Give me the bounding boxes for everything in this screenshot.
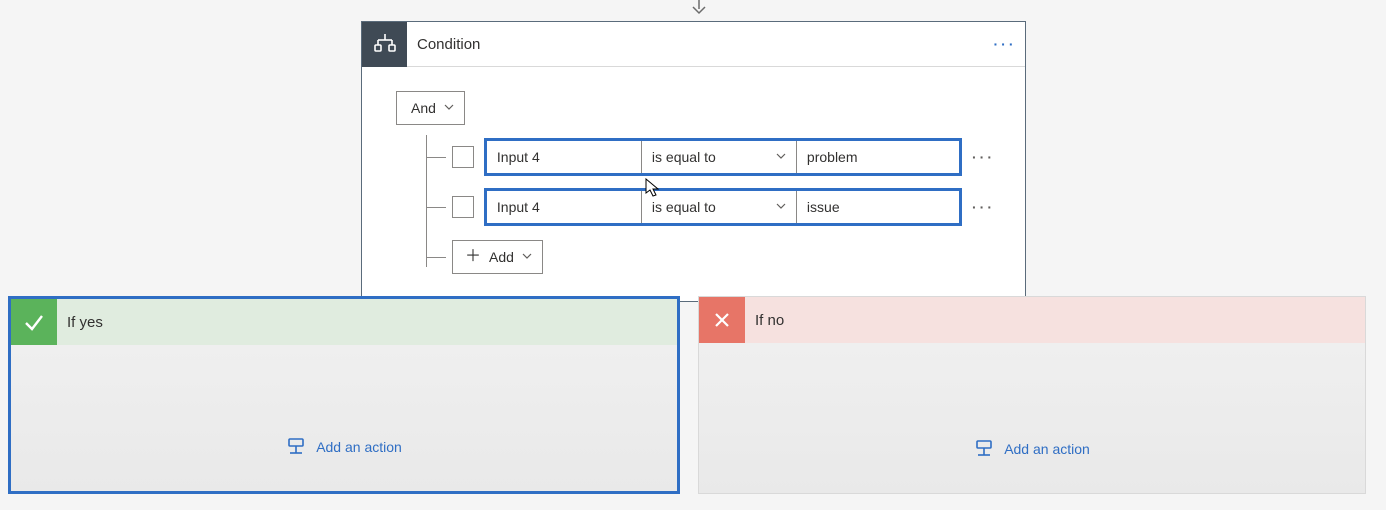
condition-row: Input 4 is equal to problem ··· — [396, 135, 995, 179]
condition-menu-button[interactable]: ··· — [985, 36, 1025, 52]
if-yes-header: If yes — [11, 299, 677, 345]
logical-operator-label: And — [411, 100, 436, 116]
condition-title: Condition — [407, 36, 985, 53]
if-no-add-action-label: Add an action — [1004, 441, 1090, 457]
chevron-down-icon — [522, 250, 532, 264]
if-yes-branch: If yes Add an action — [8, 296, 680, 494]
flow-arrow-down-icon — [690, 0, 708, 21]
row-select-checkbox[interactable] — [452, 146, 474, 168]
if-no-title: If no — [745, 312, 784, 329]
if-yes-title: If yes — [57, 314, 103, 331]
operand-left-input[interactable]: Input 4 — [487, 191, 642, 223]
chevron-down-icon — [776, 200, 786, 214]
if-no-header: If no — [699, 297, 1365, 343]
condition-card: Condition ··· And Input 4 is equal to — [361, 21, 1026, 302]
close-icon — [699, 297, 745, 343]
condition-header: Condition ··· — [362, 22, 1025, 67]
row-menu-button[interactable]: ··· — [972, 199, 995, 215]
if-yes-add-action-button[interactable]: Add an action — [11, 437, 677, 457]
operand-left-value: Input 4 — [497, 149, 540, 165]
row-menu-button[interactable]: ··· — [972, 149, 995, 165]
condition-body: And Input 4 is equal to — [362, 67, 1025, 301]
operand-right-value: issue — [807, 199, 840, 215]
row-select-checkbox[interactable] — [452, 196, 474, 218]
if-yes-add-action-label: Add an action — [316, 439, 402, 455]
check-icon — [11, 299, 57, 345]
if-no-branch: If no Add an action — [698, 296, 1366, 494]
operand-left-value: Input 4 — [497, 199, 540, 215]
condition-icon — [362, 22, 407, 67]
operand-right-input[interactable]: problem — [797, 141, 959, 173]
operand-right-value: problem — [807, 149, 858, 165]
insert-step-icon — [974, 439, 994, 459]
add-label: Add — [489, 249, 514, 265]
add-row: ＋ Add — [396, 235, 995, 279]
chevron-down-icon — [776, 150, 786, 164]
logical-operator-dropdown[interactable]: And — [396, 91, 465, 125]
operator-dropdown[interactable]: is equal to — [642, 141, 797, 173]
insert-step-icon — [286, 437, 306, 457]
operand-left-input[interactable]: Input 4 — [487, 141, 642, 173]
condition-row: Input 4 is equal to issue ··· — [396, 185, 995, 229]
add-condition-button[interactable]: ＋ Add — [452, 240, 543, 274]
plus-icon: ＋ — [465, 249, 481, 265]
operand-right-input[interactable]: issue — [797, 191, 959, 223]
condition-expression: Input 4 is equal to problem — [484, 138, 962, 176]
operator-value: is equal to — [652, 199, 716, 215]
operator-dropdown[interactable]: is equal to — [642, 191, 797, 223]
if-no-add-action-button[interactable]: Add an action — [699, 439, 1365, 459]
condition-expression: Input 4 is equal to issue — [484, 188, 962, 226]
operator-value: is equal to — [652, 149, 716, 165]
branches: If yes Add an action If no — [8, 296, 1366, 494]
chevron-down-icon — [444, 101, 454, 115]
condition-rows: Input 4 is equal to problem ··· — [396, 135, 995, 279]
